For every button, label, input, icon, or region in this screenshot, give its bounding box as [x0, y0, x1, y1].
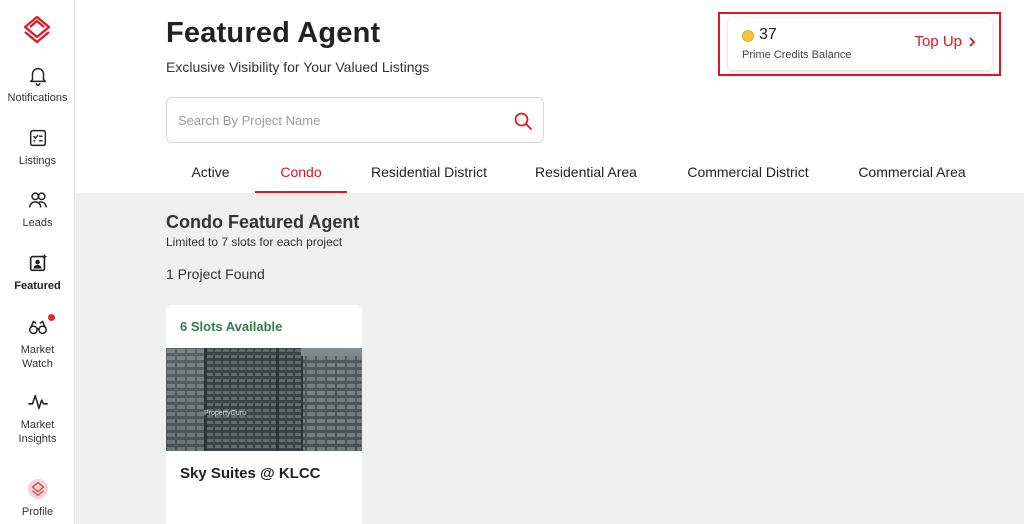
page-subtitle: Exclusive Visibility for Your Valued Lis…	[166, 59, 430, 75]
tab-commercial-area[interactable]: Commercial Area	[835, 153, 989, 193]
binoculars-icon	[28, 320, 47, 335]
sidebar-item-leads[interactable]: Leads	[0, 189, 75, 230]
content-area: Condo Featured Agent Limited to 7 slots …	[75, 193, 1024, 524]
sidebar-item-label: Profile	[21, 506, 54, 518]
sidebar: Notifications Listings Leads Featured Ma…	[0, 0, 75, 524]
tab-active[interactable]: Active	[166, 153, 255, 193]
photo-watermark: PropertyGuru	[204, 410, 247, 417]
app-window: Notifications Listings Leads Featured Ma…	[0, 0, 1024, 524]
sidebar-item-profile[interactable]: Profile	[0, 478, 75, 519]
search-input[interactable]	[178, 110, 498, 130]
project-card[interactable]: 6 Slots Available PropertyGuru Sky Suite…	[166, 305, 362, 524]
sidebar-item-label: Notifications	[7, 92, 68, 104]
tab-residential-district[interactable]: Residential District	[347, 153, 511, 193]
listings-icon	[29, 129, 46, 147]
slots-available-label: 6 Slots Available	[180, 319, 283, 334]
project-photo	[166, 348, 362, 451]
sidebar-item-label: Leads	[22, 217, 53, 229]
logo-icon[interactable]	[22, 14, 52, 44]
sidebar-item-featured[interactable]: Featured	[0, 252, 75, 293]
credits-balance-label: Prime Credits Balance	[742, 49, 852, 61]
credits-card: 37 Prime Credits Balance Top Up	[728, 18, 992, 70]
tab-commercial-district[interactable]: Commercial District	[661, 153, 835, 193]
credits-highlight-frame: 37 Prime Credits Balance Top Up	[718, 12, 1001, 76]
sidebar-item-market-watch[interactable]: Market Watch	[0, 314, 75, 371]
pulse-icon	[27, 394, 48, 410]
credits-balance-value: 37	[759, 26, 777, 43]
sidebar-item-listings[interactable]: Listings	[0, 127, 75, 168]
sidebar-item-label: Listings	[18, 155, 57, 167]
results-count: 1 Project Found	[166, 266, 265, 282]
sidebar-item-notifications[interactable]: Notifications	[0, 64, 75, 105]
sidebar-item-label: Market Insights	[18, 419, 57, 445]
users-icon	[28, 192, 47, 208]
tab-condo[interactable]: Condo	[255, 153, 347, 193]
featured-icon	[29, 253, 47, 272]
bell-icon	[29, 67, 46, 86]
sidebar-item-label: Market Watch	[20, 344, 55, 370]
section-subtitle: Limited to 7 slots for each project	[166, 235, 343, 249]
notification-dot	[48, 314, 55, 321]
coin-icon	[742, 30, 754, 42]
sidebar-item-market-insights[interactable]: Market Insights	[0, 391, 75, 446]
sidebar-item-label: Featured	[14, 280, 61, 292]
project-name: Sky Suites @ KLCC	[180, 465, 321, 482]
tab-residential-area[interactable]: Residential Area	[511, 153, 661, 193]
top-up-button[interactable]: Top Up	[914, 33, 976, 50]
top-up-label: Top Up	[914, 33, 962, 50]
profile-avatar-icon	[27, 478, 48, 500]
section-title: Condo Featured Agent	[166, 212, 360, 232]
chevron-right-icon	[969, 36, 976, 47]
search-icon[interactable]	[513, 111, 533, 131]
search-box	[166, 97, 544, 143]
page-title: Featured Agent	[166, 17, 381, 49]
